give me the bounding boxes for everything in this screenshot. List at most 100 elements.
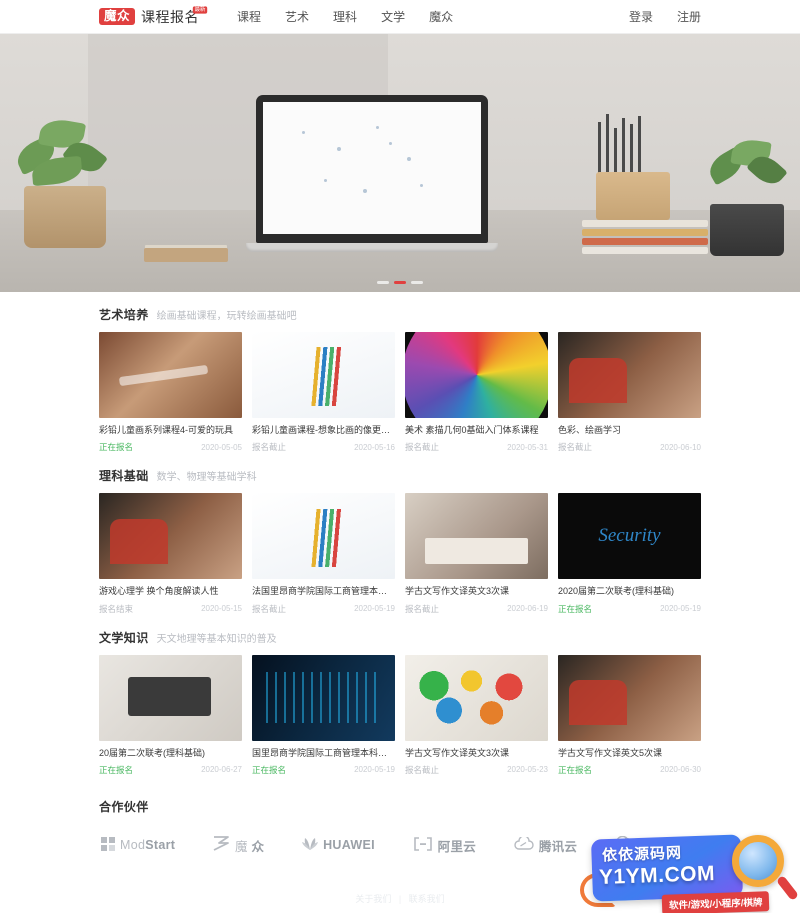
course-card[interactable]: 彩铅儿童画课程-想象比画的像更有益 报名截止 2020-05-16 [252, 332, 395, 454]
partner-name: 魔 众 [234, 839, 265, 854]
nav-item-science[interactable]: 理科 [333, 8, 357, 25]
course-card[interactable]: 学古文写作文译英文5次课 正在报名 2020-06-30 [558, 654, 701, 776]
book-stack-decor [582, 220, 708, 256]
plant-right-decor [700, 136, 792, 256]
course-thumbnail[interactable] [405, 493, 548, 580]
section-title: 艺术培养 [99, 308, 149, 322]
course-card[interactable]: 20届第二次联考(理科基础) 正在报名 2020-06-27 [99, 654, 242, 776]
course-thumbnail[interactable]: Security [558, 493, 701, 580]
brand-logo[interactable]: 魔众 课程报名 最新 [99, 5, 208, 27]
hero-dot-3[interactable] [411, 281, 423, 284]
course-title: 学古文写作文译英文3次课 [405, 747, 510, 758]
course-thumbnail[interactable] [99, 332, 242, 418]
course-date: 2020-05-15 [201, 604, 242, 613]
partner-name: HUAWEI [323, 838, 375, 853]
course-title: 美术 素描几何0基础入门体系课程 [405, 425, 539, 435]
login-link[interactable]: 登录 [629, 8, 653, 25]
course-date: 2020-05-19 [660, 604, 701, 613]
register-link[interactable]: 注册 [677, 8, 701, 25]
course-thumbnail[interactable] [252, 332, 395, 418]
course-title: 法国里昂商学院国际工商管理本科招生... [252, 586, 395, 597]
section-subtitle: 绘画基础课程，玩转绘画基础吧 [156, 311, 297, 322]
hero-dot-2[interactable] [394, 281, 406, 284]
course-meta: 正在报名 2020-05-05 [99, 441, 242, 453]
pencil-holder-decor [592, 110, 658, 180]
magnifier-icon [732, 835, 784, 887]
partner-name: ModStart [120, 838, 176, 853]
course-date: 2020-05-19 [354, 765, 395, 775]
laptop-decor [246, 95, 498, 252]
status-badge: 正在报名 [252, 764, 287, 775]
section-header-partners: 合作伙伴 [99, 776, 701, 824]
course-card[interactable]: 彩铅儿童画系列课程4-可爱的玩具 正在报名 2020-05-05 [99, 332, 242, 454]
main-nav: 课程 艺术 理科 文学 魔众 [237, 8, 453, 25]
course-card[interactable]: 学古文写作文译英文3次课 报名截止 2020-06-19 [405, 493, 548, 615]
course-card[interactable]: Security 2020届第二次联考(理科基础) 正在报名 2020-05-1… [558, 493, 701, 615]
account-nav: 登录 注册 [629, 8, 701, 25]
hero-banner[interactable] [0, 34, 800, 292]
course-card[interactable]: 游戏心理学 换个角度解读人性 报名结束 2020-05-15 [99, 493, 242, 615]
watermark-ribbon-text: 软件/游戏/小程序/棋牌 [661, 891, 770, 913]
section-title: 文学知识 [99, 630, 149, 645]
course-card[interactable]: 法国里昂商学院国际工商管理本科招生... 报名截止 2020-05-19 [252, 493, 395, 615]
course-thumbnail[interactable] [99, 493, 242, 580]
nav-item-art[interactable]: 艺术 [285, 8, 309, 25]
footer-link-contact[interactable]: 联系我们 [409, 894, 445, 904]
course-card[interactable]: 国里昂商学院国际工商管理本科招生项... 正在报名 2020-05-19 [252, 654, 395, 776]
course-title: 2020届第二次联考(理科基础) [558, 586, 675, 597]
course-date: 2020-05-23 [507, 765, 548, 775]
status-badge: 报名截止 [405, 442, 440, 453]
course-thumbnail[interactable] [405, 654, 548, 741]
course-meta: 报名截止 2020-06-10 [558, 441, 701, 453]
course-thumbnail[interactable] [405, 332, 548, 418]
course-thumbnail[interactable] [558, 654, 701, 741]
course-title: 20届第二次联考(理科基础) [99, 747, 206, 758]
course-meta: 报名截止 2020-05-31 [405, 441, 548, 453]
course-date: 2020-05-31 [507, 442, 548, 452]
partner-name: 腾讯云 [538, 839, 578, 854]
pencil-cup-decor [596, 172, 670, 220]
status-badge: 正在报名 [99, 764, 134, 775]
brand-mark: 魔众 [99, 7, 136, 26]
section-header-literature: 文学知识 天文地理等基本知识的普及 [99, 615, 701, 655]
partner-aliyun[interactable]: 阿里云 [413, 836, 476, 855]
nav-item-literature[interactable]: 文学 [381, 8, 405, 25]
course-grid-art: 彩铅儿童画系列课程4-可爱的玩具 正在报名 2020-05-05 彩铅儿童画课程… [99, 332, 701, 454]
course-card[interactable]: 色彩、绘画学习 报名截止 2020-06-10 [558, 332, 701, 454]
magnifier-handle-icon [775, 874, 800, 902]
course-thumbnail[interactable] [252, 493, 395, 580]
thumbnail-overlay-text: Security [598, 525, 661, 547]
course-title: 彩铅儿童画课程-想象比画的像更有益 [252, 425, 395, 435]
course-card[interactable]: 美术 素描几何0基础入门体系课程 报名截止 2020-05-31 [405, 332, 548, 454]
footer-link-about[interactable]: 关于我们 [355, 894, 391, 904]
course-meta: 正在报名 2020-05-19 [252, 764, 395, 776]
hero-carousel-dots[interactable] [377, 281, 423, 284]
course-date: 2020-05-05 [201, 442, 242, 452]
site-header: 魔众 课程报名 最新 课程 艺术 理科 文学 魔众 登录 注册 [0, 0, 800, 34]
course-title: 彩铅儿童画系列课程4-可爱的玩具 [99, 425, 234, 435]
section-header-art: 艺术培养 绘画基础课程，玩转绘画基础吧 [99, 292, 701, 332]
plant-left-decor [10, 108, 118, 248]
course-title: 国里昂商学院国际工商管理本科招生项... [252, 747, 395, 758]
partner-huawei[interactable]: HUAWEI [302, 836, 375, 854]
course-thumbnail[interactable] [558, 332, 701, 418]
course-grid-science: 游戏心理学 换个角度解读人性 报名结束 2020-05-15 法国里昂商学院国际… [99, 493, 701, 615]
course-meta: 正在报名 2020-06-27 [99, 764, 242, 776]
partner-mozhong[interactable]: 魔 众 [213, 836, 264, 855]
course-meta: 报名截止 2020-05-16 [252, 441, 395, 453]
grid-squares-icon [101, 836, 115, 854]
course-thumbnail[interactable] [252, 654, 395, 741]
hero-dot-1[interactable] [377, 281, 389, 284]
course-thumbnail[interactable] [99, 654, 242, 741]
course-card[interactable]: 学古文写作文译英文3次课 报名截止 2020-05-23 [405, 654, 548, 776]
brand-badge: 最新 [192, 5, 208, 14]
course-date: 2020-06-10 [660, 442, 701, 452]
course-meta: 正在报名 2020-05-19 [558, 603, 701, 615]
nav-item-courses[interactable]: 课程 [237, 8, 261, 25]
course-meta: 报名结束 2020-05-15 [99, 603, 242, 615]
partner-tencent-cloud[interactable]: 腾讯云 [514, 835, 578, 855]
course-meta: 报名截止 2020-05-19 [252, 603, 395, 615]
partner-name: 阿里云 [437, 839, 477, 854]
nav-item-mozhong[interactable]: 魔众 [429, 8, 453, 25]
partner-modstart[interactable]: ModStart [101, 836, 176, 854]
